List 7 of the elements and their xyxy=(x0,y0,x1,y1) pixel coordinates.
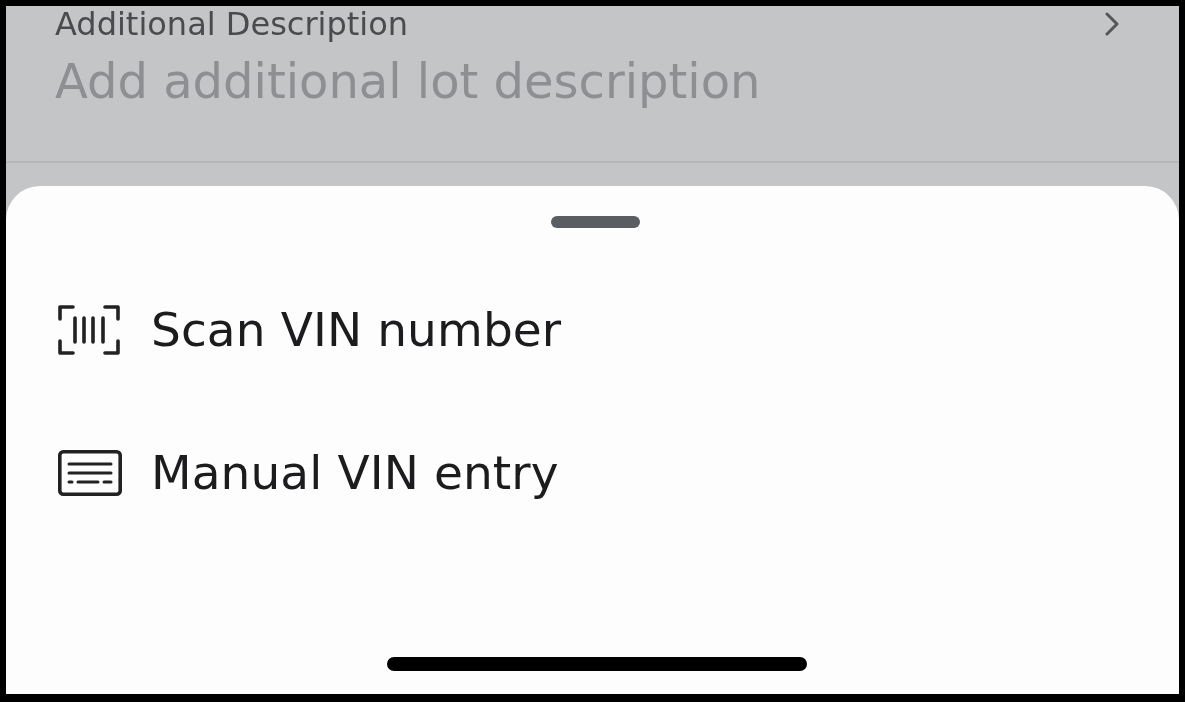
scan-icon xyxy=(58,304,120,355)
chevron-icon xyxy=(1105,12,1119,36)
drag-handle[interactable] xyxy=(551,216,640,228)
keyboard-icon xyxy=(58,449,122,496)
menu-item[interactable]: Manual VIN entry xyxy=(6,401,1179,544)
field-label: Additional Description xyxy=(55,7,409,41)
menu-item[interactable]: Scan VIN number xyxy=(6,258,1179,401)
